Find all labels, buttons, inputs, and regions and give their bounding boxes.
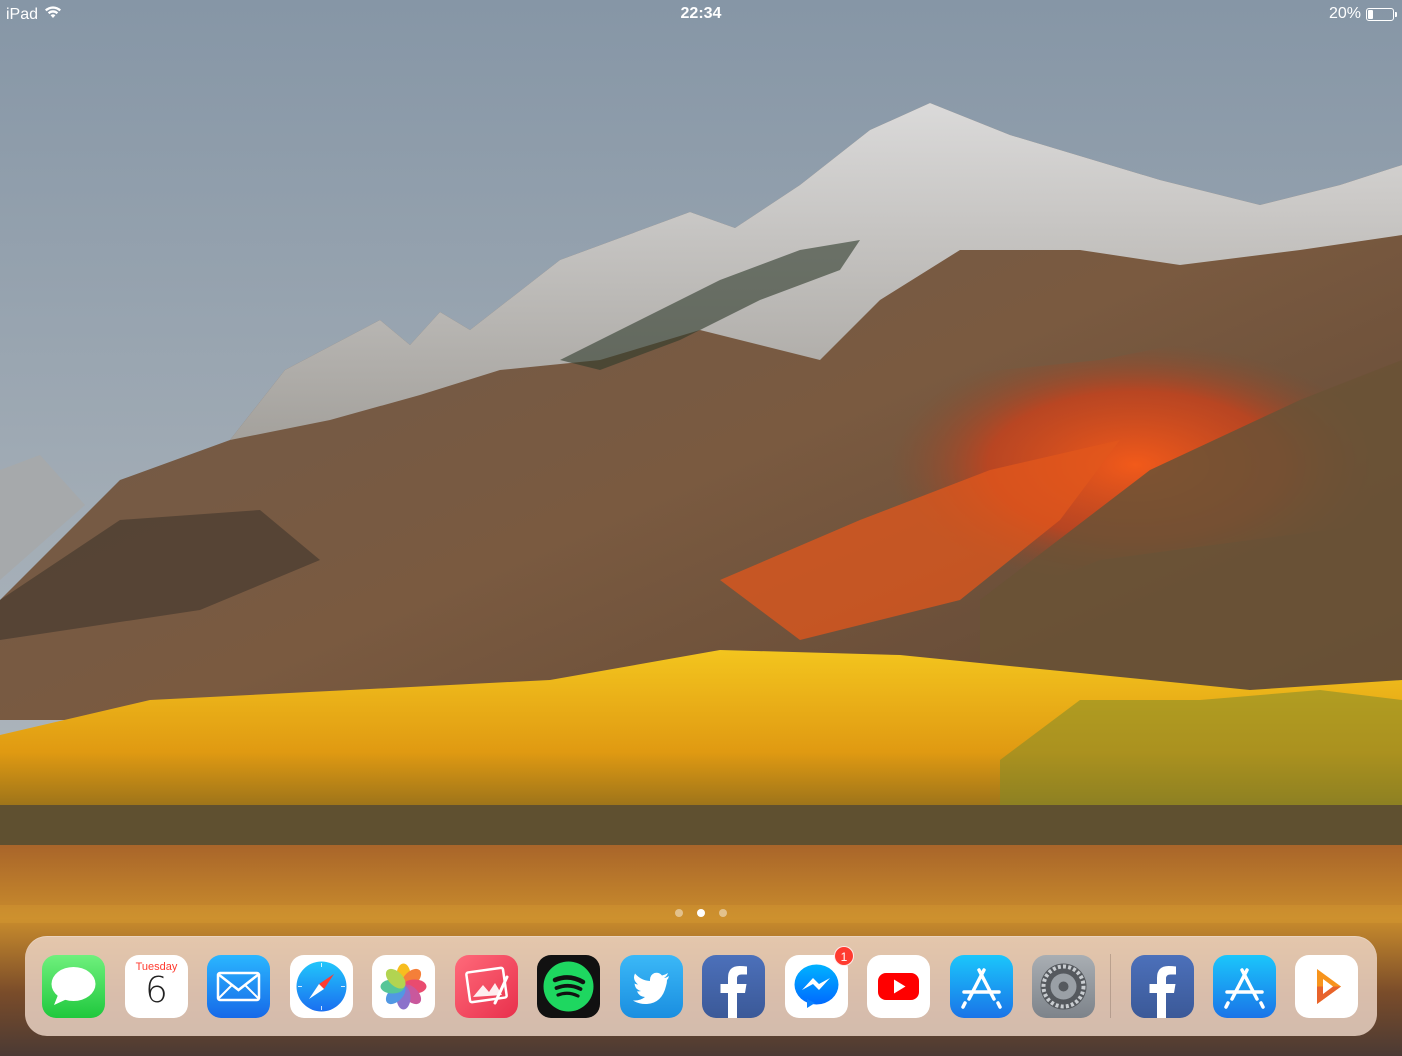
dock-app-safari[interactable] (290, 955, 353, 1018)
spotify-icon (537, 955, 600, 1018)
dock-recent-app-store[interactable] (1213, 955, 1276, 1018)
page-indicator[interactable] (0, 909, 1402, 917)
calendar-icon: Tuesday 6 (125, 955, 188, 1018)
status-bar-time: 22:34 (680, 5, 722, 22)
battery-icon (1366, 7, 1397, 21)
page-dot[interactable] (697, 909, 705, 917)
infuse-icon (1295, 955, 1358, 1018)
page-dot[interactable] (719, 909, 727, 917)
app-store-icon (950, 955, 1013, 1018)
dock-app-facebook[interactable] (702, 955, 765, 1018)
dock-app-messages[interactable] (42, 955, 105, 1018)
youtube-icon (867, 955, 930, 1018)
dock-recent-facebook[interactable] (1131, 955, 1194, 1018)
dock-app-pixelmator[interactable] (455, 955, 518, 1018)
status-bar: iPad 22:34 20% (0, 0, 1402, 28)
dock-app-messenger[interactable]: 1 (785, 946, 854, 1018)
pixelmator-icon (455, 955, 518, 1018)
dock: Tuesday 6 1 (25, 936, 1377, 1036)
dock-app-photos[interactable] (372, 955, 435, 1018)
calendar-date-number: 6 (145, 970, 168, 1011)
dock-app-settings[interactable] (1032, 955, 1095, 1018)
dock-app-spotify[interactable] (537, 955, 600, 1018)
dock-app-calendar[interactable]: Tuesday 6 (125, 955, 188, 1018)
dock-recent-infuse[interactable] (1295, 955, 1358, 1018)
status-bar-right: 20% (1328, 5, 1397, 23)
messages-icon (42, 955, 105, 1018)
app-store-icon (1213, 955, 1276, 1018)
wallpaper-image (0, 0, 1402, 1056)
dock-app-youtube[interactable] (867, 955, 930, 1018)
dock-separator (1110, 954, 1111, 1018)
page-dot[interactable] (675, 909, 683, 917)
dock-app-mail[interactable] (207, 955, 270, 1018)
battery-level-fill (1368, 9, 1373, 19)
battery-percentage: 20% (1328, 5, 1361, 22)
twitter-icon (620, 955, 683, 1018)
facebook-icon (702, 955, 765, 1018)
facebook-icon (1131, 955, 1194, 1018)
settings-icon (1032, 955, 1095, 1018)
notification-badge: 1 (834, 946, 854, 966)
dock-app-app-store[interactable] (950, 955, 1013, 1018)
photos-icon (372, 955, 435, 1018)
safari-icon (290, 955, 353, 1018)
mail-icon (207, 955, 270, 1018)
dock-app-twitter[interactable] (620, 955, 683, 1018)
